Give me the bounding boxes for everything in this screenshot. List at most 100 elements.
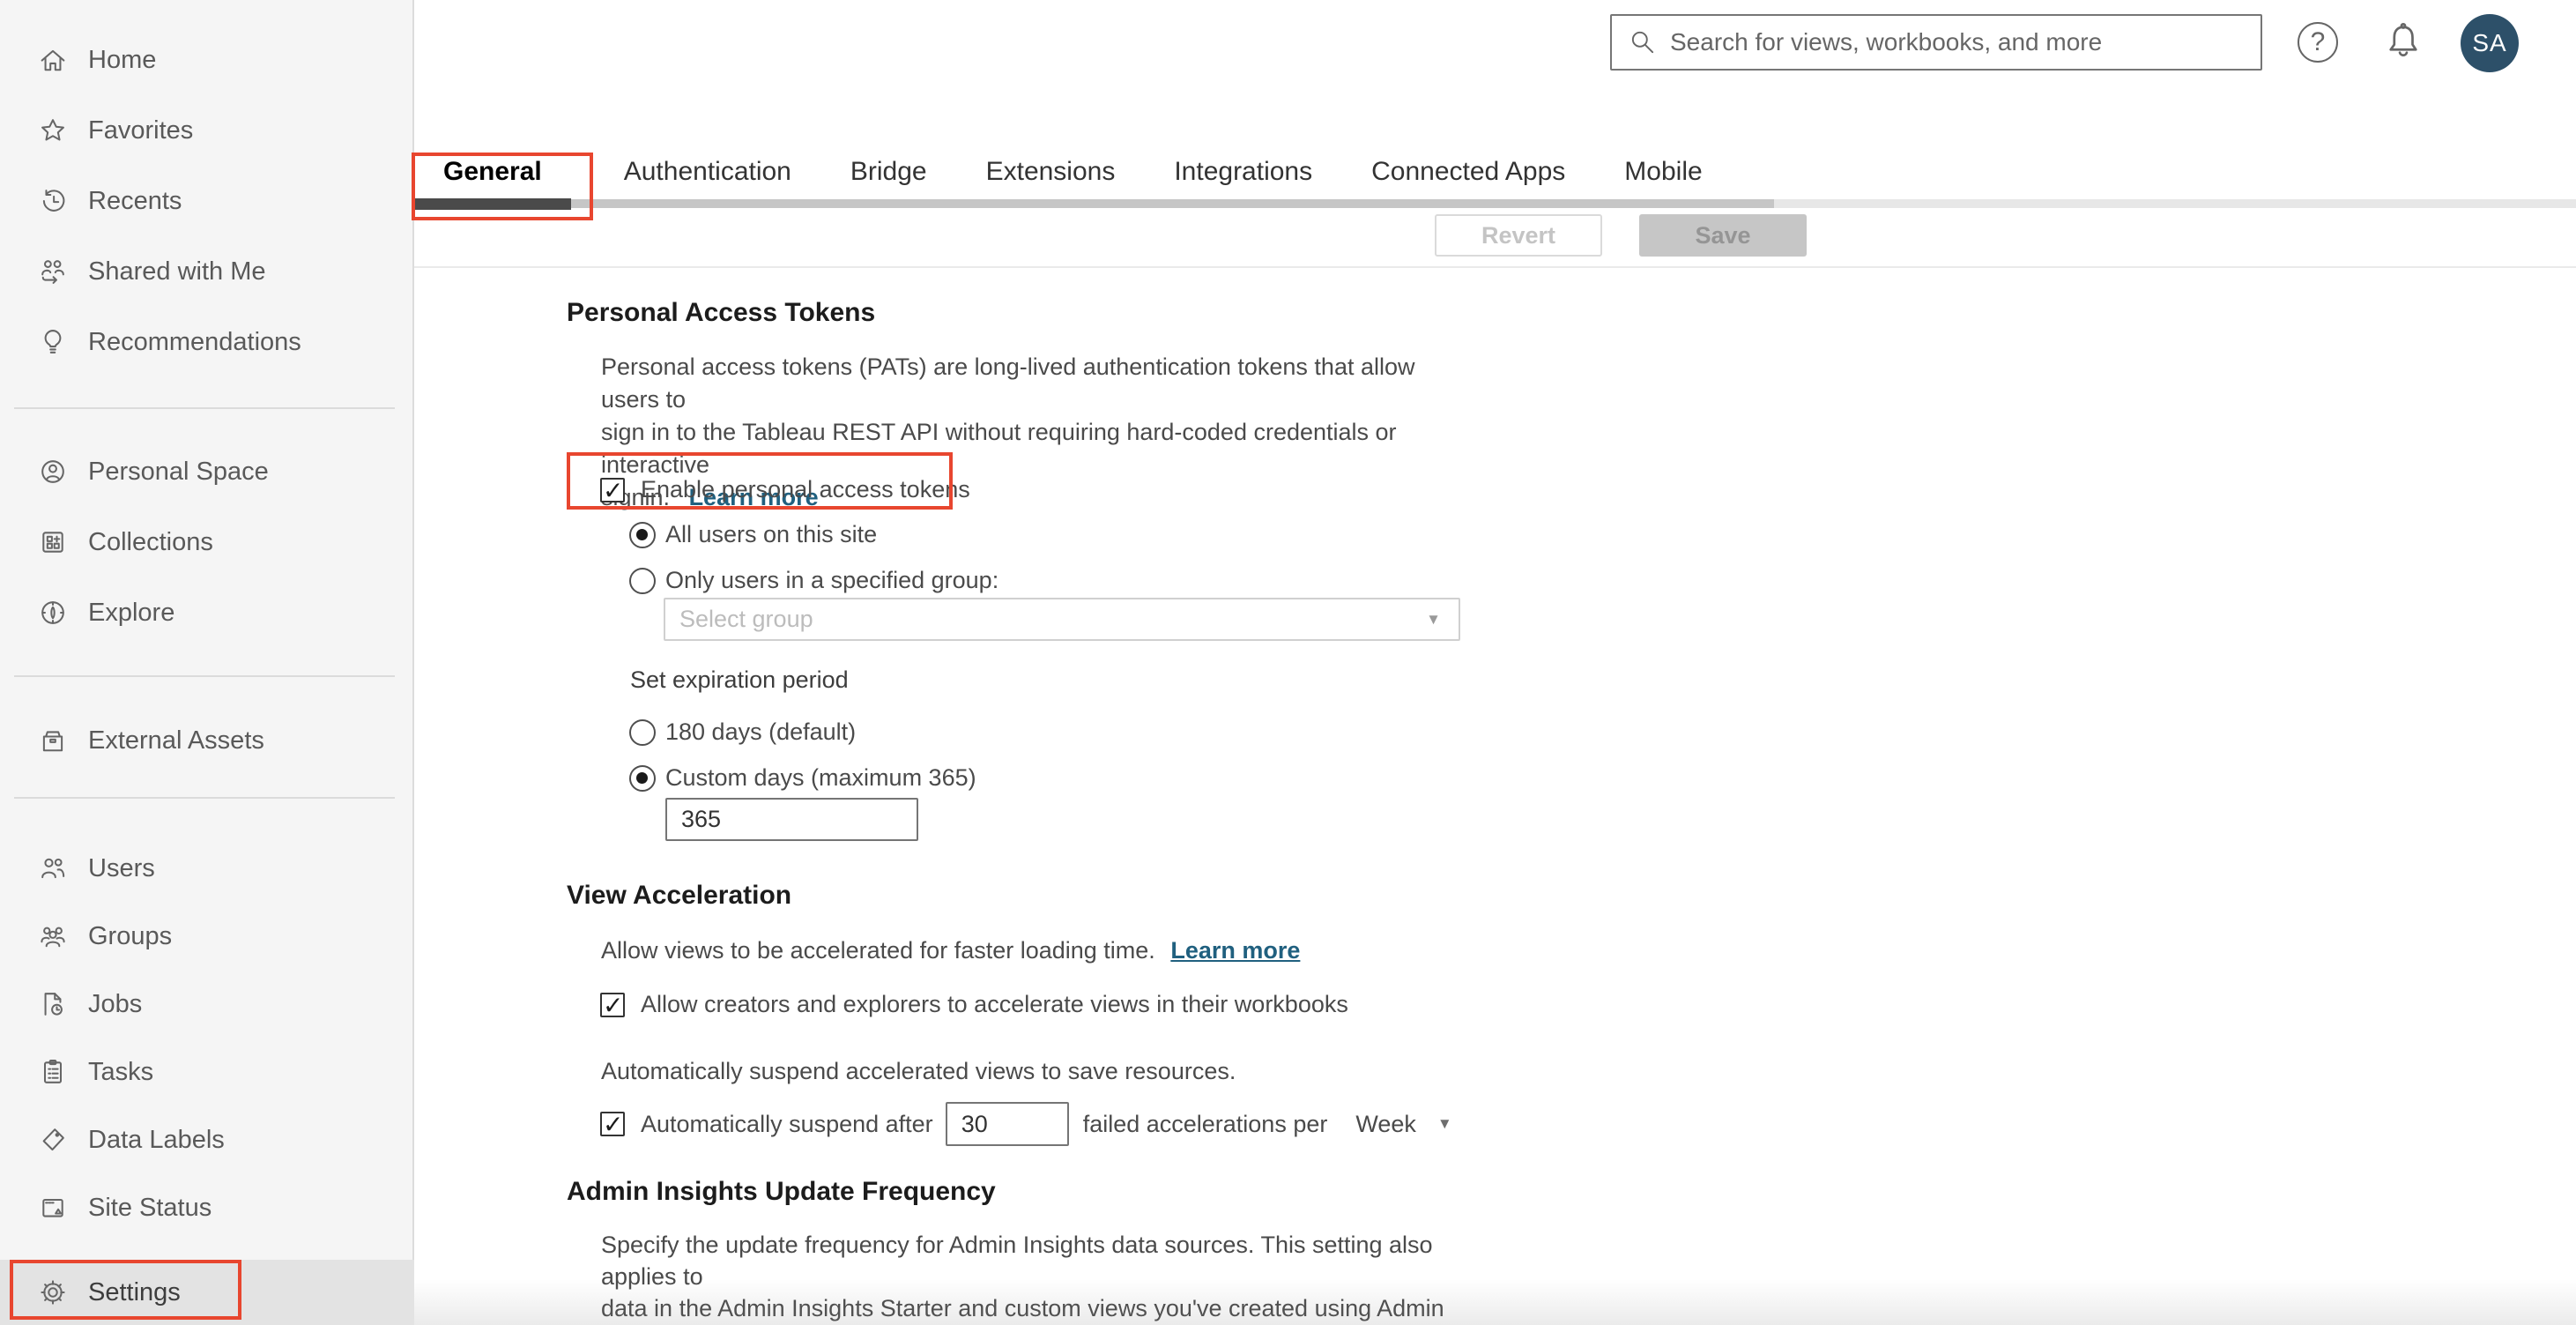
sidebar-item-label: Home [88,45,157,74]
clipboard-list-icon [37,1056,69,1088]
ai-desc-line1: Specify the update frequency for Admin I… [601,1232,1433,1290]
sidebar-item-data-labels[interactable]: Data Labels [0,1105,414,1175]
auto-suspend-middle-label: failed accelerations per [1082,1110,1328,1137]
allow-acceleration-checkbox[interactable] [600,991,625,1020]
sidebar-item-external-assets[interactable]: External Assets [0,705,414,776]
search-input[interactable] [1670,18,2260,67]
sidebar-item-label: Jobs [88,989,143,1018]
custom-days-input[interactable] [665,798,918,841]
tab-integrations[interactable]: Integrations [1174,157,1312,199]
view-acceleration-description: Allow views to be accelerated for faster… [601,934,1300,967]
allow-acceleration-row: Allow creators and explorers to accelera… [600,991,1348,1020]
specified-group-label: Only users in a specified group: [665,567,999,593]
scope-all-users-row: All users on this site [629,521,877,548]
gear-icon [37,1277,69,1308]
enable-pat-checkbox[interactable] [600,476,625,505]
sidebar-item-explore[interactable]: Explore [0,577,414,648]
expiry-custom-row: Custom days (maximum 365) [629,764,976,792]
sidebar-item-label: Collections [88,527,213,556]
tab-extensions[interactable]: Extensions [986,157,1116,199]
sidebar-item-tasks[interactable]: Tasks [0,1037,414,1107]
auto-suspend-checkbox[interactable] [600,1110,625,1139]
save-button[interactable]: Save [1639,214,1807,257]
sidebar-item-label: Explore [88,598,175,627]
collections-grid-icon [37,526,69,558]
sidebar-divider [14,407,395,409]
sidebar-item-favorites[interactable]: Favorites [0,95,414,166]
tableau-settings-page: Home Favorites Recents Shared with Me Re… [0,0,2576,1325]
search-icon [1631,31,1654,54]
help-icon[interactable] [2298,22,2338,63]
failed-accelerations-input[interactable] [945,1102,1069,1146]
scope-group-row: Only users in a specified group: [629,567,998,594]
sidebar-item-label: Recents [88,186,182,215]
auto-suspend-prefix-label: Automatically suspend after [641,1110,933,1137]
tab-connected-apps[interactable]: Connected Apps [1371,157,1565,199]
expiry-custom-label: Custom days (maximum 365) [665,764,976,791]
va-desc-text: Allow views to be accelerated for faster… [601,937,1155,964]
expiry-180-radio[interactable] [629,718,656,746]
expiry-180-row: 180 days (default) [629,718,856,746]
tab-bridge[interactable]: Bridge [850,157,927,199]
groups-icon [37,920,69,952]
sidebar-divider [14,797,395,799]
sidebar-divider [14,675,395,677]
lightbulb-icon [37,326,69,358]
specified-group-radio[interactable] [629,567,656,594]
chevron-down-icon [1437,1115,1452,1133]
tag-icon [37,1124,69,1156]
sidebar-item-label: Personal Space [88,457,269,486]
site-status-icon [37,1192,69,1224]
suspend-note: Automatically suspend accelerated views … [601,1058,1236,1084]
expiry-custom-radio[interactable] [629,764,656,792]
sidebar-item-shared-with-me[interactable]: Shared with Me [0,236,414,307]
active-tab-underline [414,198,571,210]
tab-mobile[interactable]: Mobile [1624,157,1702,199]
compass-icon [37,597,69,629]
sidebar-item-recents[interactable]: Recents [0,166,414,236]
sidebar-item-label: Settings [88,1277,181,1306]
sidebar-item-users[interactable]: Users [0,833,414,904]
pat-desc-line2: sign in to the Tableau REST API without … [601,419,1397,478]
sidebar-item-settings[interactable]: Settings [0,1260,414,1325]
sidebar-item-label: Groups [88,921,173,950]
sidebar-item-groups[interactable]: Groups [0,901,414,971]
chevron-down-icon [1426,611,1441,629]
tab-general[interactable]: General [415,157,565,199]
view-acceleration-title: View Acceleration [567,881,792,910]
sidebar-item-label: Favorites [88,115,194,145]
revert-button[interactable]: Revert [1435,214,1602,257]
document-clock-icon [37,988,69,1020]
enable-pat-row: Enable personal access tokens [600,476,970,505]
pat-desc-line1: Personal access tokens (PATs) are long-l… [601,354,1415,413]
va-learn-more-link[interactable]: Learn more [1170,937,1300,964]
person-circle-icon [37,456,69,488]
sidebar-item-label: Data Labels [88,1125,225,1154]
sidebar-item-personal-space[interactable]: Personal Space [0,436,414,507]
users-icon [37,852,69,884]
search-box [1610,14,2262,71]
avatar[interactable]: SA [2461,14,2519,72]
all-users-radio[interactable] [629,521,656,548]
notifications-bell-icon[interactable] [2382,19,2424,65]
sidebar-item-collections[interactable]: Collections [0,507,414,577]
sidebar-item-jobs[interactable]: Jobs [0,969,414,1039]
sidebar-item-home[interactable]: Home [0,25,414,95]
admin-insights-description: Specify the update frequency for Admin I… [601,1229,1482,1325]
star-icon [37,115,69,146]
enable-pat-label: Enable personal access tokens [641,476,970,502]
period-select-dropdown[interactable]: Week [1355,1111,1451,1138]
admin-insights-title: Admin Insights Update Frequency [567,1177,996,1206]
sidebar-item-recommendations[interactable]: Recommendations [0,307,414,377]
history-clock-icon [37,185,69,217]
tab-track-scroll[interactable] [414,199,1774,208]
allow-acceleration-label: Allow creators and explorers to accelera… [641,991,1348,1017]
sidebar-item-site-status[interactable]: Site Status [0,1172,414,1243]
sidebar-item-label: Tasks [88,1057,154,1086]
expiration-period-label: Set expiration period [630,666,849,693]
ai-desc-line2: data in the Admin Insights Starter and c… [601,1295,1444,1321]
tab-authentication[interactable]: Authentication [624,157,791,199]
settings-tab-bar: General Authentication Bridge Extensions… [415,157,1703,199]
group-select-placeholder: Select group [679,606,813,632]
group-select-dropdown[interactable]: Select group [664,598,1460,641]
